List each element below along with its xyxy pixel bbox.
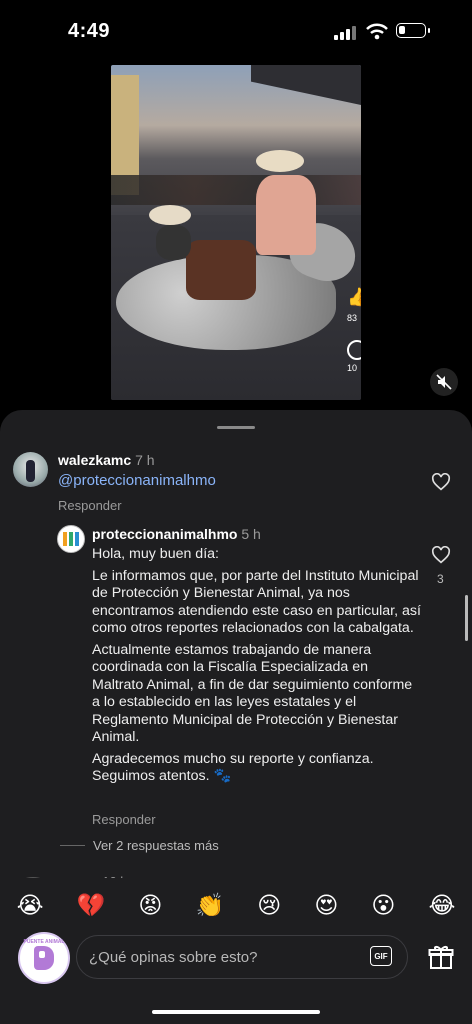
video-like-icon: 👍 — [347, 287, 361, 307]
reply-body: Hola, muy buen día: Le informamos que, p… — [92, 546, 422, 790]
emoji-button[interactable]: 😍 — [314, 892, 338, 919]
reply-avatar[interactable] — [57, 525, 85, 553]
reply-paragraph: Le informamos que, por parte del Institu… — [92, 567, 421, 637]
reply-like-count: 3 — [437, 572, 444, 586]
view-more-replies[interactable]: Ver 2 respuestas más — [60, 838, 219, 853]
emoji-button[interactable]: 💔 — [77, 892, 106, 919]
home-indicator[interactable] — [152, 1010, 320, 1014]
reply-button[interactable]: Responder — [92, 812, 156, 827]
emoji-button[interactable]: 😮 — [371, 892, 395, 919]
comment-input[interactable]: ¿Qué opinas sobre esto? GIF — [76, 935, 408, 979]
mute-button[interactable] — [430, 368, 458, 396]
gift-icon[interactable] — [428, 944, 454, 970]
gif-button[interactable]: GIF — [370, 946, 392, 966]
emoji-button[interactable]: 😡 — [138, 892, 162, 919]
emoji-button[interactable]: 😂 — [429, 892, 456, 919]
video-comment-count: 10 — [347, 363, 358, 373]
scrollbar[interactable] — [465, 595, 468, 641]
avatar-caption: PUENTE ANIMAL — [23, 939, 65, 945]
reply-paragraph: Agradecemos mucho su reporte y confianza… — [92, 750, 374, 785]
status-time: 4:49 — [68, 20, 111, 42]
reply-paragraph: Hola, muy buen día: — [92, 546, 219, 562]
user-avatar[interactable]: PUENTE ANIMAL — [18, 932, 70, 984]
reply-paragraph: Actualmente estamos trabajando de manera… — [92, 641, 413, 746]
reply-time: 5 h — [241, 526, 261, 542]
reply-button[interactable]: Responder — [58, 498, 122, 513]
emoji-button[interactable]: 😢 — [257, 892, 281, 919]
status-bar: 4:49 — [0, 0, 472, 64]
comment-mention-link[interactable]: @proteccionanimalhmo — [58, 472, 216, 489]
emoji-button[interactable]: 👏 — [195, 892, 224, 919]
emoji-bar: 😭 💔 😡 👏 😢 😍 😮 😂 — [0, 878, 472, 932]
video-player[interactable]: 👍 83 10 — [111, 65, 361, 400]
reply-username[interactable]: proteccionanimalhmo 5 h — [92, 526, 261, 542]
comment-input-placeholder: ¿Qué opinas sobre esto? — [89, 949, 258, 966]
sheet-drag-handle[interactable] — [217, 426, 255, 429]
speaker-muted-icon — [436, 374, 452, 390]
like-heart-icon[interactable] — [431, 473, 451, 491]
reply-like-heart-icon[interactable] — [431, 546, 451, 564]
comment-username[interactable]: walezkamc 7 h — [58, 452, 155, 468]
comment-time: 7 h — [135, 452, 155, 468]
video-like-count: 83 — [347, 313, 358, 323]
avatar[interactable] — [13, 452, 48, 487]
signal-icon — [334, 26, 356, 40]
comment-composer: PUENTE ANIMAL ¿Qué opinas sobre esto? GI… — [0, 932, 472, 1024]
emoji-button[interactable]: 😭 — [17, 892, 44, 919]
video-comment-icon — [347, 340, 361, 360]
battery-icon — [396, 23, 430, 38]
wifi-icon — [366, 23, 388, 40]
